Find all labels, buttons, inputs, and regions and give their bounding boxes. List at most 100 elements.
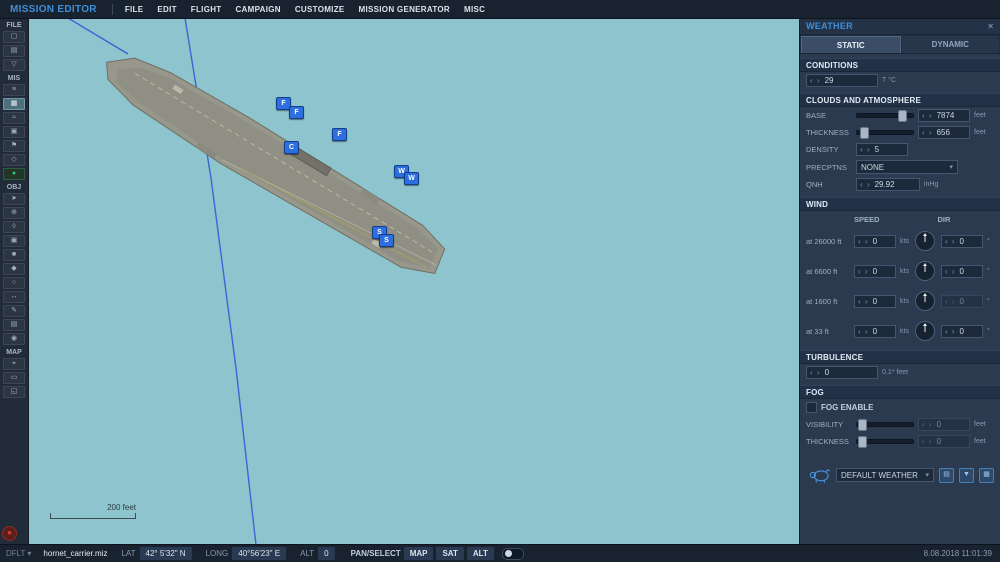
new-mission-icon[interactable]: ▢ xyxy=(3,31,25,43)
cloud-base-slider[interactable] xyxy=(856,110,914,122)
open-mission-icon[interactable]: ▤ xyxy=(3,45,25,57)
qnh-spinner[interactable]: ‹ › 29.92 xyxy=(856,178,920,191)
fog-enable-checkbox[interactable] xyxy=(806,402,817,413)
close-icon[interactable]: ✕ xyxy=(987,22,994,31)
tab-dynamic[interactable]: DYNAMIC xyxy=(901,36,999,53)
template-icon[interactable]: ▤ xyxy=(3,319,25,331)
wind-speed-spinner[interactable]: ‹ › 0 xyxy=(854,234,896,248)
map-mode-button[interactable]: MAP xyxy=(403,547,434,560)
slider-handle[interactable] xyxy=(859,127,869,139)
wind-dir-spinner[interactable]: ‹ › 0 xyxy=(940,234,983,248)
briefing-icon[interactable]: ≡ xyxy=(3,84,25,96)
wind-speed-spinner[interactable]: ‹ › 0 xyxy=(854,294,896,308)
weather-preset-dropdown[interactable]: DEFAULT WEATHER ▾ xyxy=(836,468,934,482)
spinner-arrows-icon[interactable]: ‹ › xyxy=(858,267,869,276)
wind-dir-spinner[interactable]: ‹ › 0 xyxy=(940,294,983,308)
unit-marker[interactable]: F xyxy=(332,128,347,141)
spinner-arrows-icon[interactable]: ‹ › xyxy=(860,180,871,189)
unit-marker[interactable]: W xyxy=(404,172,419,185)
map-viewport[interactable]: 200 feet FFFCWWSS xyxy=(28,18,800,545)
spinner-arrows-icon[interactable]: ‹ › xyxy=(860,145,871,154)
menu-file[interactable]: FILE xyxy=(125,5,144,14)
fog-visibility-slider[interactable] xyxy=(856,419,914,431)
cloud-thickness-slider[interactable] xyxy=(856,127,914,139)
wind-dir-spinner[interactable]: ‹ › 0 xyxy=(940,264,983,278)
turbulence-spinner[interactable]: ‹ › 0 xyxy=(806,366,878,379)
save-preset-icon[interactable]: ▼ xyxy=(959,467,974,483)
layer-selector[interactable]: DFLT ▾ xyxy=(6,549,31,558)
options-icon[interactable]: ◇ xyxy=(3,154,25,166)
wind-speed-spinner[interactable]: ‹ › 0 xyxy=(854,264,896,278)
unit-marker[interactable]: C xyxy=(284,141,299,154)
spinner-arrows-icon[interactable]: ‹ › xyxy=(945,267,956,276)
route-line-short[interactable] xyxy=(67,18,129,55)
map-view-toggle[interactable] xyxy=(501,547,524,560)
cloud-thickness-spinner[interactable]: ‹ › 656 xyxy=(918,126,970,139)
zone-icon[interactable]: ○ xyxy=(3,277,25,289)
spinner-arrows-icon[interactable]: ‹ › xyxy=(858,237,869,246)
spinner-arrows-icon[interactable]: ‹ › xyxy=(922,111,933,120)
distance-tool-icon[interactable]: ↔ xyxy=(3,291,25,303)
slider-handle[interactable] xyxy=(898,110,908,122)
vehicle-icon[interactable]: ▣ xyxy=(3,235,25,247)
static-object-icon[interactable]: ■ xyxy=(3,249,25,261)
temperature-spinner[interactable]: ‹ › 29 xyxy=(806,74,878,87)
goals-icon[interactable]: ⚑ xyxy=(3,140,25,152)
layers-icon[interactable]: ◱ xyxy=(3,386,25,398)
spinner-arrows-icon[interactable]: ‹ › xyxy=(922,437,933,446)
wind-row-26000: at 26000 ft ‹ › 0 kts ‹ › 0 ° xyxy=(800,226,1000,256)
spinner-arrows-icon[interactable]: ‹ › xyxy=(810,76,821,85)
triggers-icon[interactable]: ▣ xyxy=(3,126,25,138)
draw-tool-icon[interactable]: ✎ xyxy=(3,305,25,317)
fog-thickness-spinner[interactable]: ‹ › 0 xyxy=(918,435,970,448)
slider-handle[interactable] xyxy=(858,419,868,431)
map-canvas[interactable] xyxy=(28,18,800,545)
unit-marker[interactable]: S xyxy=(379,234,394,247)
slider-handle[interactable] xyxy=(858,436,868,448)
menu-campaign[interactable]: CAMPAIGN xyxy=(235,5,280,14)
spinner-arrows-icon[interactable]: ‹ › xyxy=(945,297,956,306)
menu-edit[interactable]: EDIT xyxy=(157,5,176,14)
ship-icon[interactable]: ◊ xyxy=(3,221,25,233)
wind-direction-dial[interactable] xyxy=(914,231,935,251)
wind-direction-dial[interactable] xyxy=(914,321,935,341)
open-preset-icon[interactable]: ▤ xyxy=(939,467,954,483)
spinner-arrows-icon[interactable]: ‹ › xyxy=(858,297,869,306)
menu-mission-generator[interactable]: MISSION GENERATOR xyxy=(359,5,450,14)
unit-marker[interactable]: F xyxy=(289,106,304,119)
spinner-arrows-icon[interactable]: ‹ › xyxy=(945,237,956,246)
cloud-base-spinner[interactable]: ‹ › 7874 xyxy=(918,109,970,122)
aircraft-carrier[interactable] xyxy=(92,40,454,287)
map-tool-icon[interactable]: ▦ xyxy=(3,98,25,110)
spinner-arrows-icon[interactable]: ‹ › xyxy=(858,327,869,336)
target-icon[interactable]: ◉ xyxy=(3,333,25,345)
center-map-icon[interactable]: ⌖ xyxy=(3,358,25,370)
spinner-arrows-icon[interactable]: ‹ › xyxy=(922,420,933,429)
menu-customize[interactable]: CUSTOMIZE xyxy=(295,5,345,14)
spinner-arrows-icon[interactable]: ‹ › xyxy=(810,368,821,377)
wind-dir-spinner[interactable]: ‹ › 0 xyxy=(940,324,983,338)
spinner-arrows-icon[interactable]: ‹ › xyxy=(945,327,956,336)
group-icon[interactable]: ◆ xyxy=(3,263,25,275)
cloud-density-spinner[interactable]: ‹ › 5 xyxy=(856,143,908,156)
helicopter-icon[interactable]: ⊕ xyxy=(3,207,25,219)
wind-direction-dial[interactable] xyxy=(914,261,935,281)
record-indicator-icon[interactable]: ● xyxy=(2,526,17,541)
spinner-arrows-icon[interactable]: ‹ › xyxy=(922,128,933,137)
save-mission-icon[interactable]: ▽ xyxy=(3,59,25,71)
region-icon[interactable]: ▭ xyxy=(3,372,25,384)
menu-flight[interactable]: FLIGHT xyxy=(191,5,222,14)
tab-static[interactable]: STATIC xyxy=(801,36,901,53)
menu-misc[interactable]: MISC xyxy=(464,5,485,14)
airplane-icon[interactable]: ➤ xyxy=(3,193,25,205)
fog-visibility-spinner[interactable]: ‹ › 0 xyxy=(918,418,970,431)
wind-direction-dial[interactable] xyxy=(914,291,935,311)
route-tool-icon[interactable]: ≈ xyxy=(3,112,25,124)
wind-speed-spinner[interactable]: ‹ › 0 xyxy=(854,324,896,338)
fog-thickness-slider[interactable] xyxy=(856,436,914,448)
precipitation-dropdown[interactable]: NONE ▾ xyxy=(856,160,958,174)
delete-preset-icon[interactable]: ▦ xyxy=(979,467,994,483)
alt-mode-button[interactable]: ALT xyxy=(466,547,494,560)
start-mission-icon[interactable]: ● xyxy=(3,168,25,180)
sat-mode-button[interactable]: SAT xyxy=(436,547,464,560)
